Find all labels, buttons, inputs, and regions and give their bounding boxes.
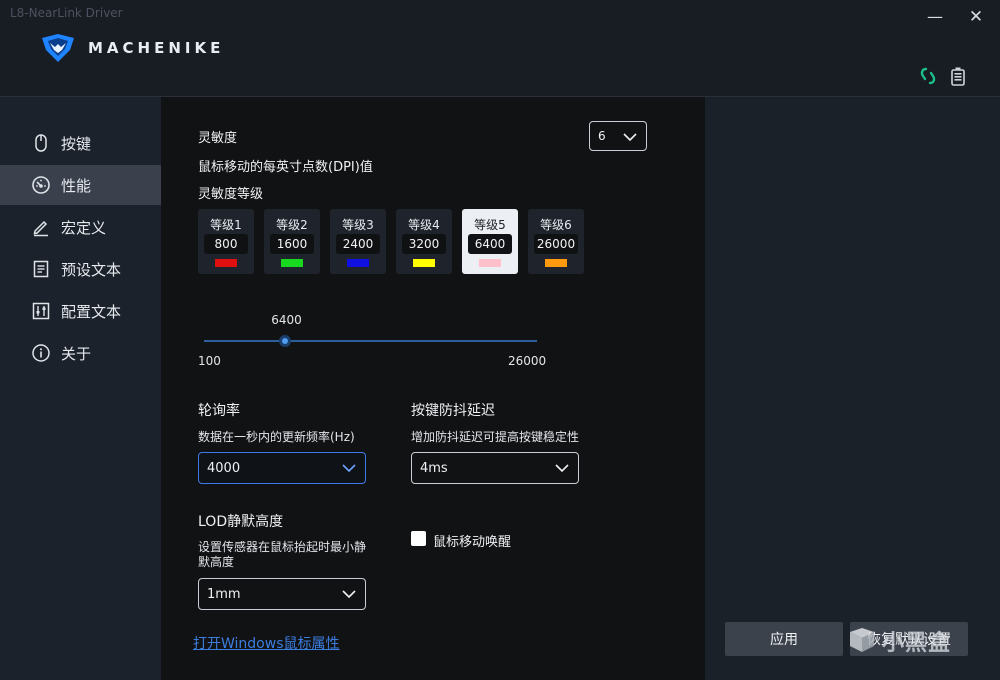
lod-value: 1mm [207,586,241,602]
lod-description-line2: 默高度 [198,555,235,569]
dpi-slider-thumb[interactable] [279,335,292,347]
performance-panel: 灵敏度 鼠标移动的每英寸点数(DPI)值 6 灵敏度等级 等级1 800 等级2… [161,97,705,680]
close-button[interactable]: ✕ [965,6,987,28]
sidebar-item-label: 配置文本 [61,302,122,321]
chevron-down-icon [555,464,569,473]
dpi-level-name: 等级2 [276,218,308,232]
sensitivity-title: 灵敏度 [198,131,238,146]
dpi-level-6[interactable]: 等级6 26000 [528,209,584,274]
dpi-level-2[interactable]: 等级2 1600 [264,209,320,274]
dpi-level-value: 3200 [402,234,446,254]
sidebar-item-macro[interactable]: 宏定义 [0,207,161,247]
chevron-down-icon [342,590,356,599]
dpi-level-value: 2400 [336,234,380,254]
dpi-level-value: 6400 [468,234,512,254]
dpi-slider-min: 100 [198,354,221,368]
dpi-level-color [215,259,237,267]
dpi-description: 鼠标移动的每英寸点数(DPI)值 [198,160,373,175]
debounce-description: 增加防抖延迟可提高按键稳定性 [411,430,580,444]
dpi-level-name: 等级3 [342,218,374,232]
lod-select[interactable]: 1mm [198,578,366,610]
dpi-slider-current-value: 6400 [271,313,302,327]
document-icon [30,258,52,280]
window-title: L8-NearLink Driver [10,6,123,20]
debounce-select[interactable]: 4ms [411,452,579,484]
sidebar-item-performance[interactable]: 性能 [0,165,161,205]
sidebar-item-preset-text[interactable]: 预设文本 [0,249,161,289]
gauge-icon [30,174,52,196]
dpi-level-name: 等级6 [540,218,572,232]
sidebar-item-config-text[interactable]: 配置文本 [0,291,161,331]
apply-button[interactable]: 应用 [725,622,843,656]
sidebar-item-keys[interactable]: 按键 [0,123,161,163]
watermark-text: 小黑盒 [882,631,952,656]
title-bar: L8-NearLink Driver — ✕ MACHENIKE [0,0,1000,97]
dpi-level-name: 等级1 [210,218,242,232]
pen-icon [30,216,52,238]
polling-rate-description: 数据在一秒内的更新频率(Hz) [198,430,355,444]
lod-title: LOD静默高度 [198,514,284,530]
chevron-down-icon [623,133,637,142]
dpi-slider-max: 26000 [508,354,547,368]
dpi-level-color [281,259,303,267]
sidebar-item-label: 按键 [61,134,92,153]
brand-logo: MACHENIKE [40,32,224,64]
dpi-level-value: 800 [204,234,248,254]
mouse-move-wake-checkbox[interactable] [411,531,426,546]
sidebar-item-label: 关于 [61,344,92,363]
dpi-level-color [347,259,369,267]
sidebar-item-label: 预设文本 [61,260,122,279]
sliders-icon [30,300,52,322]
dpi-level-color [413,259,435,267]
dpi-level-4[interactable]: 等级4 3200 [396,209,452,274]
link-icon [920,67,936,85]
dpi-level-name: 等级5 [474,218,506,232]
dpi-slider-track[interactable] [204,340,537,342]
sidebar-item-label: 性能 [61,176,92,195]
sidebar: 按键 性能 宏定义 预设文本 配置文本 关于 [0,97,161,680]
watermark: 小黑盒 [848,625,951,657]
sidebar-item-label: 宏定义 [61,218,107,237]
sidebar-item-about[interactable]: 关于 [0,333,161,373]
dpi-level-1[interactable]: 等级1 800 [198,209,254,274]
levels-title: 灵敏度等级 [198,187,264,202]
dpi-level-color [479,259,501,267]
dpi-levels-count-value: 6 [598,129,606,143]
dpi-level-name: 等级4 [408,218,440,232]
chevron-down-icon [342,464,356,473]
machenike-logo-icon [42,34,74,62]
battery-icon [951,67,965,86]
dpi-level-5[interactable]: 等级5 6400 [462,209,518,274]
polling-rate-select[interactable]: 4000 [198,452,366,484]
dpi-level-value: 26000 [534,234,578,254]
polling-rate-title: 轮询率 [198,403,240,419]
dpi-level-3[interactable]: 等级3 2400 [330,209,386,274]
mouse-move-wake-label: 鼠标移动唤醒 [433,535,512,550]
right-panel [705,97,1000,680]
debounce-value: 4ms [420,460,448,476]
info-icon [30,342,52,364]
dpi-level-value: 1600 [270,234,314,254]
polling-rate-value: 4000 [207,460,241,476]
minimize-button[interactable]: — [924,6,946,28]
windows-mouse-properties-link[interactable]: 打开Windows鼠标属性 [193,633,340,653]
dpi-levels-count-select[interactable]: 6 [589,121,647,151]
dpi-level-color [545,259,567,267]
mouse-icon [30,132,52,154]
debounce-title: 按键防抖延迟 [411,403,495,419]
brand-name: MACHENIKE [88,39,225,57]
xiaoheihe-logo-icon [850,628,874,652]
